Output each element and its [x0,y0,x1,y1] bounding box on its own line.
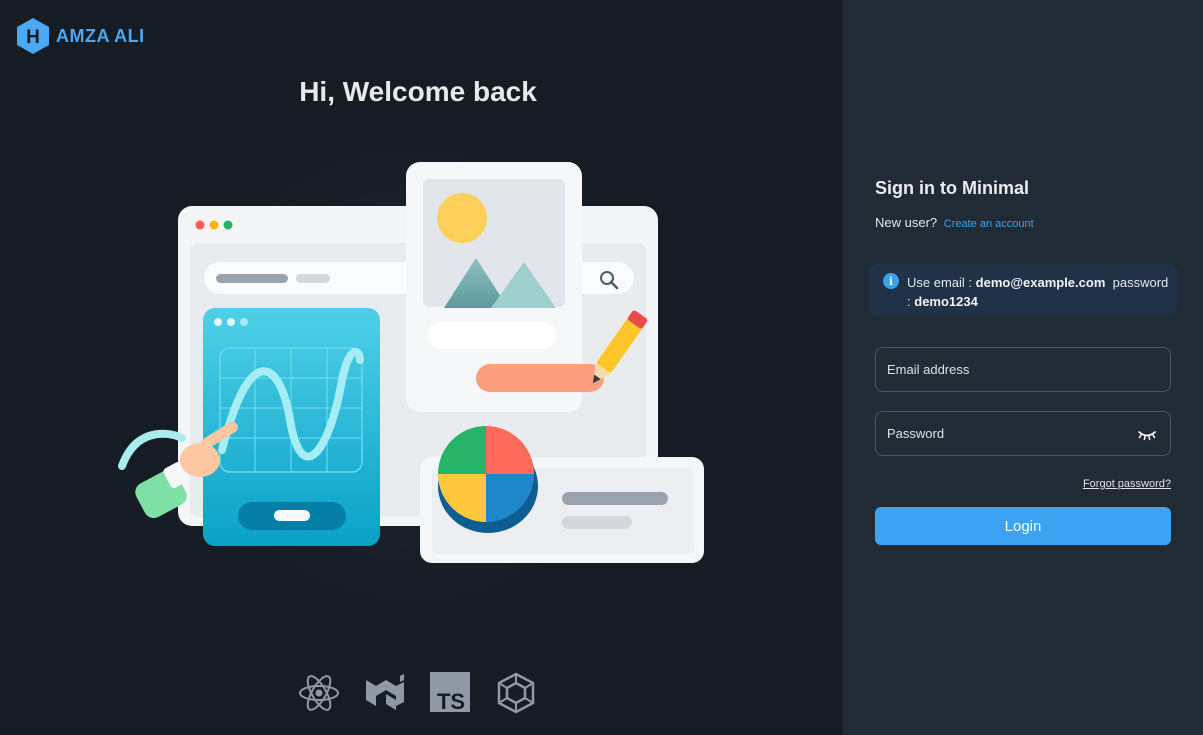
brand-name: AMZA ALI [56,25,145,46]
alert-prefix: Use email : [907,275,973,290]
create-account-link[interactable]: Create an account [944,218,1034,230]
logo-letter: H [26,27,40,48]
demo-credentials-alert: i Use email : demo@example.com password … [869,264,1177,315]
webpack-icon [497,672,535,714]
typescript-icon: TS [430,672,470,713]
alert-email: demo@example.com [975,275,1106,290]
alert-text: Use email : demo@example.com password : … [907,273,1171,311]
brand-logo[interactable]: H AMZA ALI [16,17,145,55]
react-icon [299,675,339,711]
image-card [406,162,604,412]
forgot-password-link[interactable]: Forgot password? [1083,478,1171,490]
email-field[interactable] [875,347,1171,392]
info-icon-glyph: i [888,274,894,288]
hexagon-logo-icon: H [17,18,49,54]
illustration-panel: H AMZA ALI Hi, Welcome back TS [0,0,843,735]
password-field[interactable] [875,411,1171,456]
new-user-row: New user? Create an account [875,215,1034,230]
form-title: Sign in to Minimal [875,178,1029,198]
new-user-text: New user? [875,215,938,230]
email-input[interactable] [876,348,1170,391]
typescript-icon-label: TS [437,689,465,713]
sign-in-panel: Sign in to Minimal New user? Create an a… [843,0,1203,735]
info-icon: i [883,273,899,289]
alert-password: demo1234 [914,294,978,309]
login-button[interactable]: Login [875,507,1171,545]
eye-closed-icon[interactable] [1137,426,1157,442]
mui-icon [366,674,404,710]
password-input[interactable] [876,412,1170,455]
welcome-heading: Hi, Welcome back [299,76,537,107]
dashboard-illustration [118,135,704,615]
